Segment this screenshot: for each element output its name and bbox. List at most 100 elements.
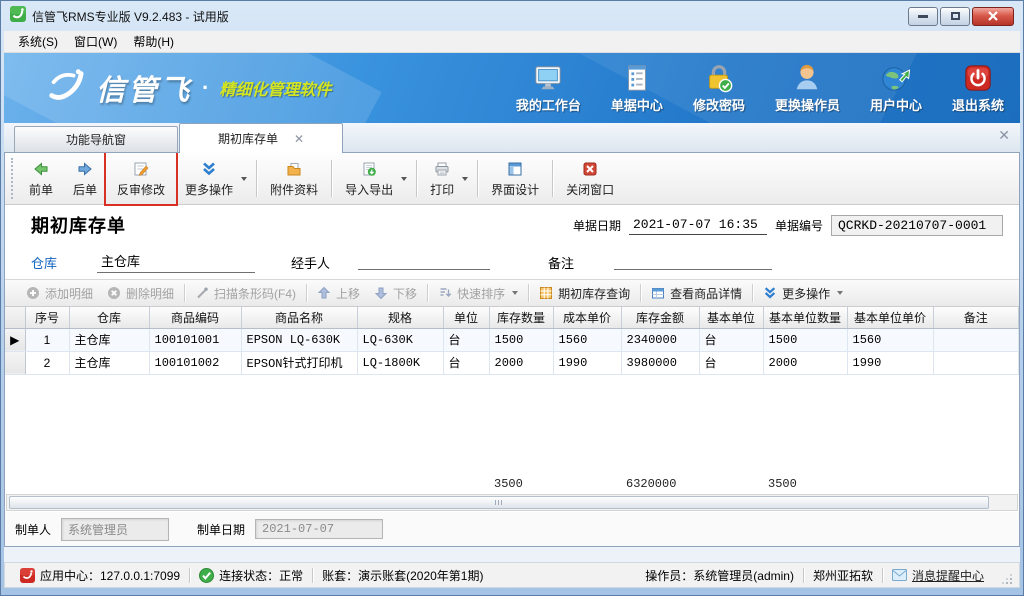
cell-base-unit[interactable]: 台 bbox=[699, 328, 763, 351]
cell-stock-amount[interactable]: 2340000 bbox=[621, 328, 699, 351]
close-button[interactable] bbox=[972, 7, 1014, 26]
cell-base-price[interactable]: 1990 bbox=[847, 351, 933, 374]
cell-warehouse[interactable]: 主仓库 bbox=[69, 351, 149, 374]
password-lock-icon bbox=[704, 63, 734, 93]
cell-base-unit[interactable]: 台 bbox=[699, 351, 763, 374]
grid-row-1: ▶ 1 主仓库 100101001 EPSON LQ-630K LQ-630K … bbox=[5, 328, 1019, 351]
cell-cost-price[interactable]: 1990 bbox=[553, 351, 621, 374]
close-all-tabs-icon[interactable]: ✕ bbox=[998, 128, 1010, 142]
column-header[interactable]: 序号 bbox=[25, 307, 69, 328]
column-header[interactable]: 单位 bbox=[443, 307, 489, 328]
next-doc-button[interactable]: 后单 bbox=[63, 153, 107, 204]
cell-unit[interactable]: 台 bbox=[443, 351, 489, 374]
product-detail-button[interactable]: 查看商品详情 bbox=[644, 282, 749, 304]
column-header[interactable]: 备注 bbox=[933, 307, 1019, 328]
column-header[interactable]: 基本单位 bbox=[699, 307, 763, 328]
column-header[interactable]: 商品编码 bbox=[149, 307, 241, 328]
tab-opening-inventory[interactable]: 期初库存单 ✕ bbox=[179, 123, 343, 153]
import-export-button[interactable]: 导入导出 bbox=[335, 153, 413, 204]
close-window-button[interactable]: 关闭窗口 bbox=[556, 153, 624, 204]
app-center-icon bbox=[20, 568, 35, 583]
create-date-label: 制单日期 bbox=[197, 521, 245, 538]
inventory-query-button[interactable]: 期初库存查询 bbox=[532, 282, 637, 304]
move-down-button[interactable]: 下移 bbox=[367, 282, 424, 304]
cell-remark[interactable] bbox=[933, 351, 1019, 374]
cell-seq[interactable]: 1 bbox=[25, 328, 69, 351]
column-header[interactable]: 规格 bbox=[357, 307, 443, 328]
message-center-link[interactable]: 消息提醒中心 bbox=[883, 567, 993, 584]
cell-remark[interactable] bbox=[933, 328, 1019, 351]
detail-toolbar: 添加明细 删除明细 扫描条形码(F4) 上移 下移 bbox=[5, 279, 1019, 307]
column-header[interactable]: 成本单价 bbox=[553, 307, 621, 328]
column-header[interactable]: 基本单位数量 bbox=[763, 307, 847, 328]
column-header[interactable]: 库存数量 bbox=[489, 307, 553, 328]
resize-grip-icon[interactable] bbox=[1001, 573, 1013, 585]
move-up-button[interactable]: 上移 bbox=[310, 282, 367, 304]
exit-system-button[interactable]: 退出系统 bbox=[952, 63, 1004, 114]
row-selector[interactable] bbox=[5, 351, 25, 374]
menu-system[interactable]: 系统(S) bbox=[12, 31, 68, 52]
dropdown-arrow-icon[interactable] bbox=[241, 177, 247, 181]
delete-row-icon bbox=[107, 286, 121, 300]
cell-cost-price[interactable]: 1560 bbox=[553, 328, 621, 351]
detail-more-actions-button[interactable]: 更多操作 bbox=[756, 282, 850, 304]
warehouse-field[interactable]: 主仓库 bbox=[97, 251, 255, 273]
add-detail-button[interactable]: 添加明细 bbox=[19, 282, 100, 304]
handler-label: 经手人 bbox=[291, 253, 330, 272]
user-center-button[interactable]: 用户中心 bbox=[870, 63, 922, 114]
scan-barcode-button[interactable]: 扫描条形码(F4) bbox=[188, 282, 303, 304]
close-window-icon bbox=[582, 161, 598, 177]
dropdown-arrow-icon[interactable] bbox=[837, 291, 843, 295]
maximize-button[interactable] bbox=[940, 7, 970, 26]
menu-window[interactable]: 窗口(W) bbox=[68, 31, 127, 52]
cell-product-code[interactable]: 100101002 bbox=[149, 351, 241, 374]
handler-field[interactable] bbox=[358, 254, 490, 270]
document-center-button[interactable]: 单据中心 bbox=[611, 63, 663, 114]
cell-spec[interactable]: LQ-630K bbox=[357, 328, 443, 351]
print-button[interactable]: 打印 bbox=[420, 153, 474, 204]
remark-field[interactable] bbox=[614, 254, 772, 270]
cell-unit[interactable]: 台 bbox=[443, 328, 489, 351]
cell-base-qty[interactable]: 1500 bbox=[763, 328, 847, 351]
ui-design-button[interactable]: 界面设计 bbox=[481, 153, 549, 204]
column-header[interactable]: 仓库 bbox=[69, 307, 149, 328]
menu-help[interactable]: 帮助(H) bbox=[127, 31, 184, 52]
cell-product-code[interactable]: 100101001 bbox=[149, 328, 241, 351]
prev-doc-button[interactable]: 前单 bbox=[19, 153, 63, 204]
column-header[interactable]: 库存金额 bbox=[621, 307, 699, 328]
cell-product-name[interactable]: EPSON针式打印机 bbox=[241, 351, 357, 374]
import-export-icon bbox=[361, 161, 377, 177]
attachment-button[interactable]: 附件资料 bbox=[260, 153, 328, 204]
unaudit-modify-button[interactable]: 反审修改 bbox=[107, 153, 175, 204]
unaudit-edit-icon bbox=[133, 161, 149, 177]
dropdown-arrow-icon[interactable] bbox=[462, 177, 468, 181]
dropdown-arrow-icon[interactable] bbox=[512, 291, 518, 295]
dropdown-arrow-icon[interactable] bbox=[401, 177, 407, 181]
current-row-marker[interactable]: ▶ bbox=[5, 328, 25, 351]
cell-stock-qty[interactable]: 2000 bbox=[489, 351, 553, 374]
warehouse-label: 仓库 bbox=[31, 253, 57, 272]
workbench-button[interactable]: 我的工作台 bbox=[516, 63, 581, 114]
delete-detail-button[interactable]: 删除明细 bbox=[100, 282, 181, 304]
close-tab-icon[interactable]: ✕ bbox=[294, 133, 304, 145]
cell-base-qty[interactable]: 2000 bbox=[763, 351, 847, 374]
change-password-button[interactable]: 修改密码 bbox=[693, 63, 745, 114]
horizontal-scrollbar[interactable] bbox=[6, 494, 1018, 511]
cell-spec[interactable]: LQ-1800K bbox=[357, 351, 443, 374]
minimize-button[interactable] bbox=[908, 7, 938, 26]
cell-base-price[interactable]: 1560 bbox=[847, 328, 933, 351]
cell-product-name[interactable]: EPSON LQ-630K bbox=[241, 328, 357, 351]
switch-operator-button[interactable]: 更换操作员 bbox=[775, 63, 840, 114]
cell-stock-qty[interactable]: 1500 bbox=[489, 328, 553, 351]
column-header[interactable]: 商品名称 bbox=[241, 307, 357, 328]
cell-warehouse[interactable]: 主仓库 bbox=[69, 328, 149, 351]
doc-date-field[interactable]: 2021-07-07 16:35 bbox=[629, 216, 767, 235]
tab-function-navigator[interactable]: 功能导航窗 bbox=[14, 126, 178, 152]
scrollbar-thumb[interactable] bbox=[9, 496, 989, 509]
cell-stock-amount[interactable]: 3980000 bbox=[621, 351, 699, 374]
cell-seq[interactable]: 2 bbox=[25, 351, 69, 374]
grid-empty-area bbox=[5, 375, 1019, 475]
column-header[interactable]: 基本单位单价 bbox=[847, 307, 933, 328]
more-actions-button[interactable]: 更多操作 bbox=[175, 153, 253, 204]
quick-sort-button[interactable]: 快速排序 bbox=[431, 282, 525, 304]
